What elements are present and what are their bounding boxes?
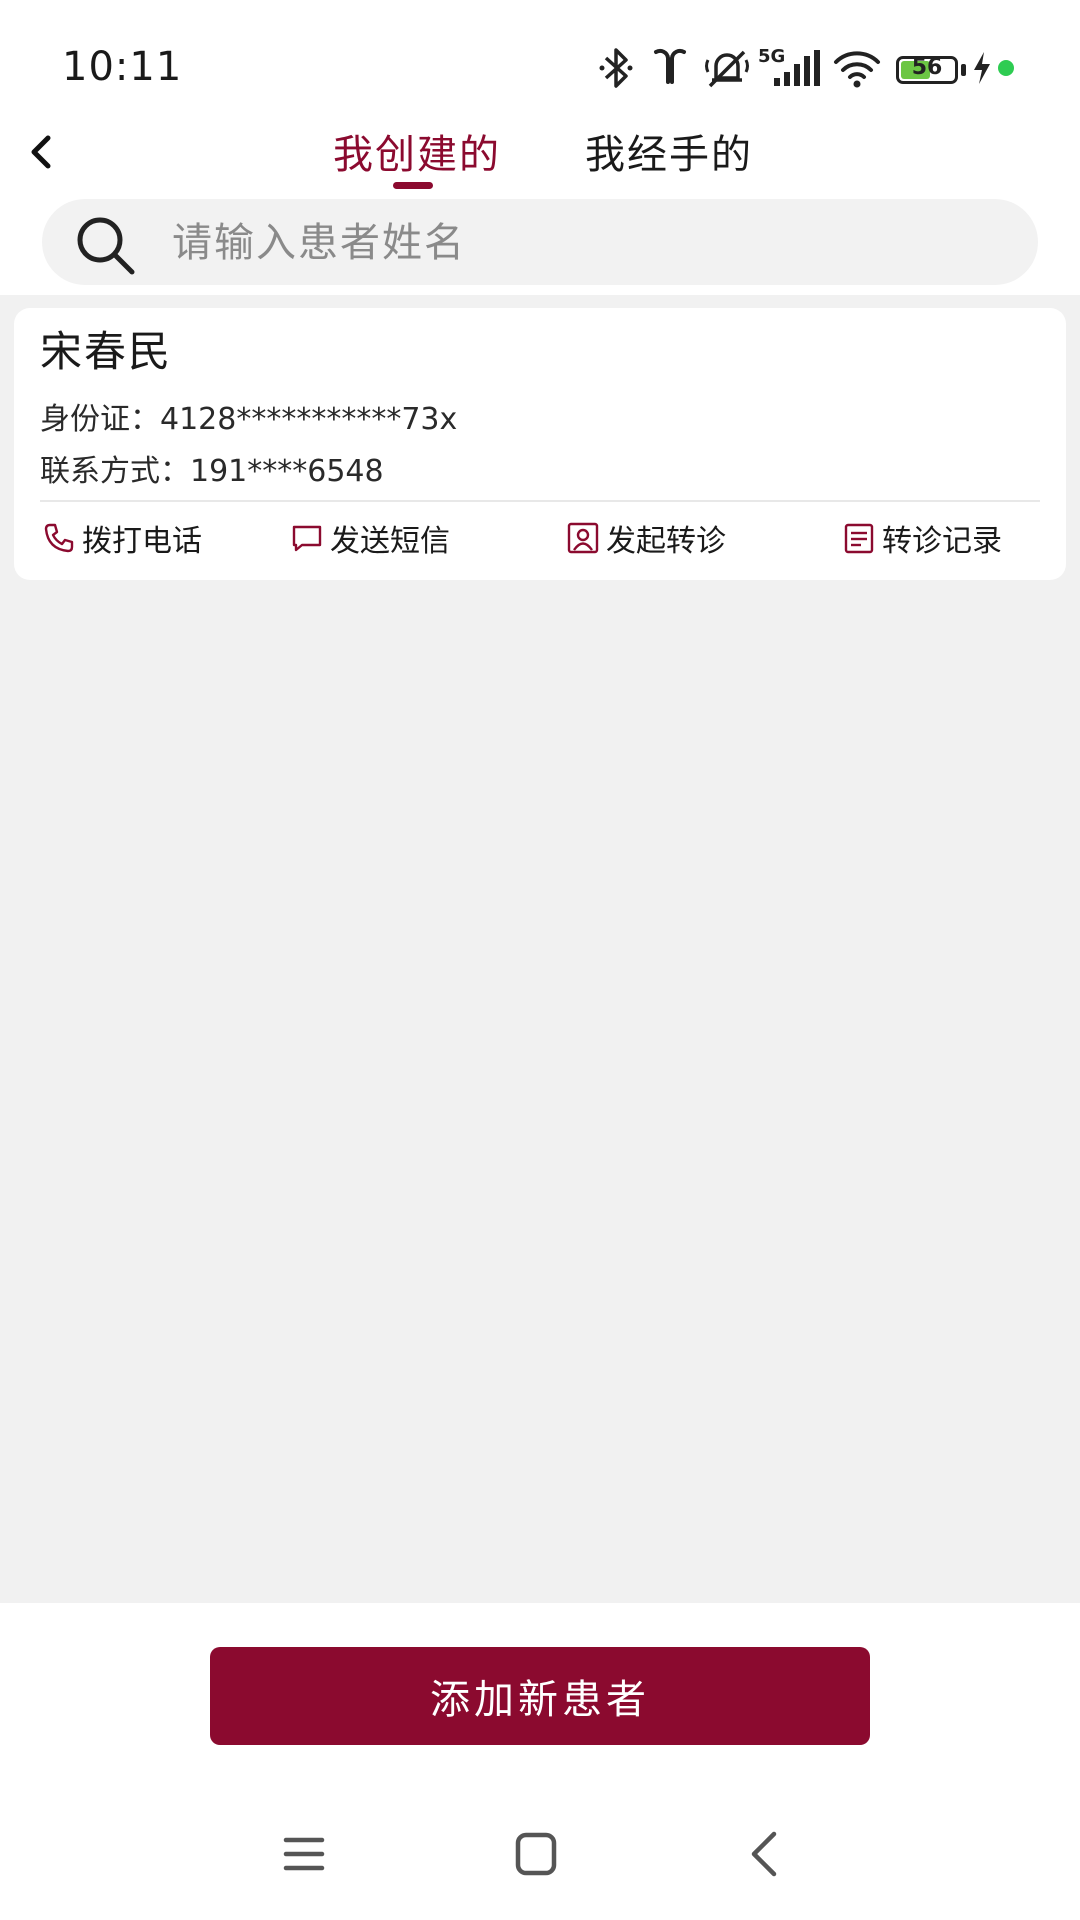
- tab-handled-by-me[interactable]: 我经手的: [585, 122, 753, 180]
- referral-records-label: 转诊记录: [882, 524, 1002, 559]
- nav-home-icon[interactable]: [506, 1826, 566, 1882]
- bluetooth-icon: [599, 48, 633, 88]
- id-card-row: 身份证：4128***********73x: [40, 394, 457, 438]
- status-time: 10:11: [62, 44, 183, 90]
- earbuds-icon: [654, 48, 686, 84]
- chevron-left-icon: [31, 135, 51, 169]
- referral-records-button[interactable]: 转诊记录: [842, 514, 1002, 562]
- add-new-patient-button[interactable]: 添加新患者: [210, 1647, 870, 1745]
- contact-row: 联系方式：191****6548: [40, 446, 384, 490]
- records-icon: [844, 523, 874, 554]
- charging-icon: [974, 52, 990, 84]
- card-divider: [40, 500, 1040, 502]
- search-input[interactable]: [170, 205, 994, 281]
- phone-icon: [44, 523, 74, 553]
- message-icon: [292, 525, 322, 552]
- green-dot-indicator: [998, 60, 1014, 76]
- muted-bell-icon: [705, 50, 749, 88]
- patient-name: 宋春民: [40, 327, 173, 376]
- nav-menu-icon[interactable]: [274, 1826, 334, 1882]
- active-tab-indicator: [393, 182, 433, 189]
- call-phone-label: 拨打电话: [82, 524, 202, 559]
- battery-cap: [961, 64, 966, 76]
- battery-icon: 56: [896, 55, 958, 84]
- start-referral-label: 发起转诊: [606, 524, 726, 559]
- call-phone-button[interactable]: 拨打电话: [42, 514, 202, 562]
- id-card-value: 4128***********73x: [160, 402, 458, 437]
- tab-created-by-me[interactable]: 我创建的: [333, 122, 501, 180]
- signal-icon: [774, 50, 820, 86]
- back-button[interactable]: [12, 124, 68, 180]
- send-sms-button[interactable]: 发送短信: [290, 514, 450, 562]
- nav-back-icon[interactable]: [736, 1826, 796, 1882]
- id-card-label: 身份证：: [40, 402, 160, 437]
- start-referral-button[interactable]: 发起转诊: [566, 514, 726, 562]
- contact-label: 联系方式：: [40, 454, 190, 489]
- battery-level: 56: [911, 55, 943, 80]
- contact-value: 191****6548: [190, 454, 384, 489]
- referral-icon: [567, 522, 599, 554]
- wifi-icon: [834, 51, 880, 88]
- send-sms-label: 发送短信: [330, 524, 450, 559]
- search-icon: [77, 217, 135, 275]
